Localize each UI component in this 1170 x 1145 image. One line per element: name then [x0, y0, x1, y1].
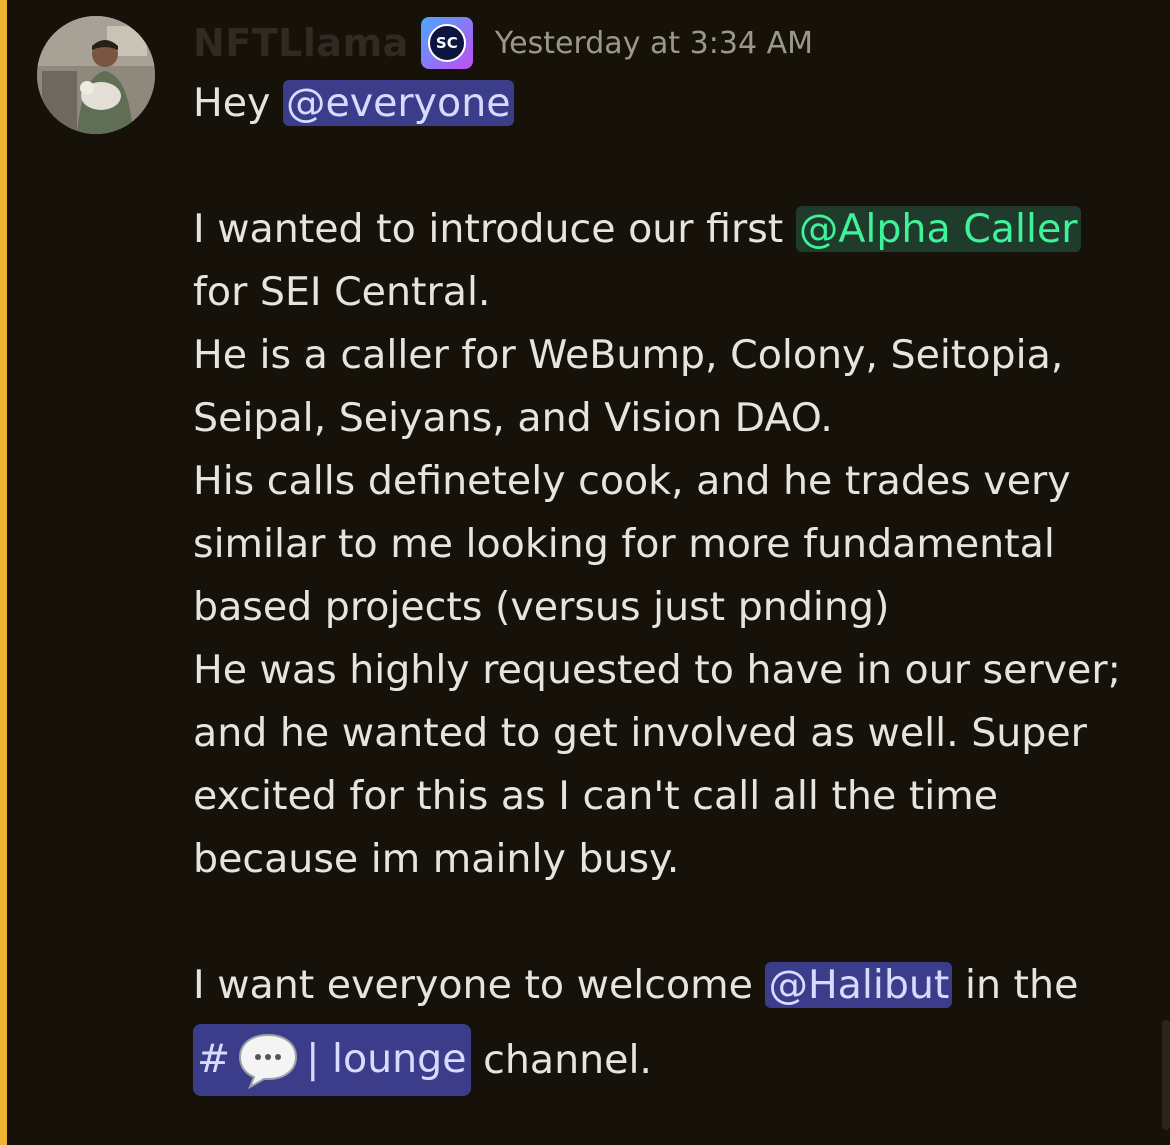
message-line: I want everyone to welcome @Halibut in t… [193, 954, 1138, 1017]
timestamp[interactable]: Yesterday at 3:34 AM [495, 26, 813, 61]
message-line: He was highly requested to have in our s… [193, 647, 1121, 693]
channel-mention-lounge[interactable]: # | lounge [193, 1023, 471, 1096]
message-row[interactable]: NFTLlama SC Yesterday at 3:34 AM Hey @ev… [0, 0, 1170, 1145]
message-line: based projects (versus just pnding) [193, 584, 890, 630]
text: Hey [193, 80, 283, 126]
message-line: I wanted to introduce our first @Alpha C… [193, 198, 1138, 261]
message-line: similar to me looking for more fundament… [193, 521, 1055, 567]
message-line: Seipal, Seiyans, and Vision DAO. [193, 395, 833, 441]
message-line: He is a caller for WeBump, Colony, Seito… [193, 332, 1064, 378]
message-line: # | lounge channel. [193, 1023, 1138, 1096]
channel-name: | lounge [306, 1036, 467, 1082]
message-line: excited for this as I can't call all the… [193, 773, 999, 819]
scrollbar[interactable] [1162, 1020, 1170, 1130]
server-tag-badge-icon[interactable]: SC [420, 17, 473, 69]
text: I want everyone to welcome [193, 962, 766, 1008]
everyone-mention[interactable]: @everyone [282, 80, 514, 126]
message-line: for SEI Central. [193, 269, 491, 315]
text: channel. [470, 1037, 652, 1083]
channel-hash-icon: # [197, 1036, 231, 1082]
user-mention-halibut[interactable]: @Halibut [765, 962, 953, 1008]
message-header: NFTLlama SC Yesterday at 3:34 AM [193, 17, 813, 69]
server-tag-badge-text: SC [427, 24, 466, 62]
message-line: because im mainly busy. [193, 836, 680, 882]
speech-bubble-icon [239, 1033, 298, 1089]
avatar[interactable] [37, 16, 155, 134]
message-line: His calls definetely cook, and he trades… [193, 458, 1071, 504]
text: in the [952, 962, 1079, 1008]
message-line: Hey @everyone [193, 72, 1138, 135]
role-mention-alpha-caller[interactable]: @Alpha Caller [795, 206, 1081, 252]
message-line: and he wanted to get involved as well. S… [193, 710, 1087, 756]
text: I wanted to introduce our first [193, 206, 796, 252]
message-content: Hey @everyone I wanted to introduce our … [193, 72, 1138, 1096]
mention-highlight-bar [0, 0, 7, 1145]
username[interactable]: NFTLlama [193, 21, 409, 65]
